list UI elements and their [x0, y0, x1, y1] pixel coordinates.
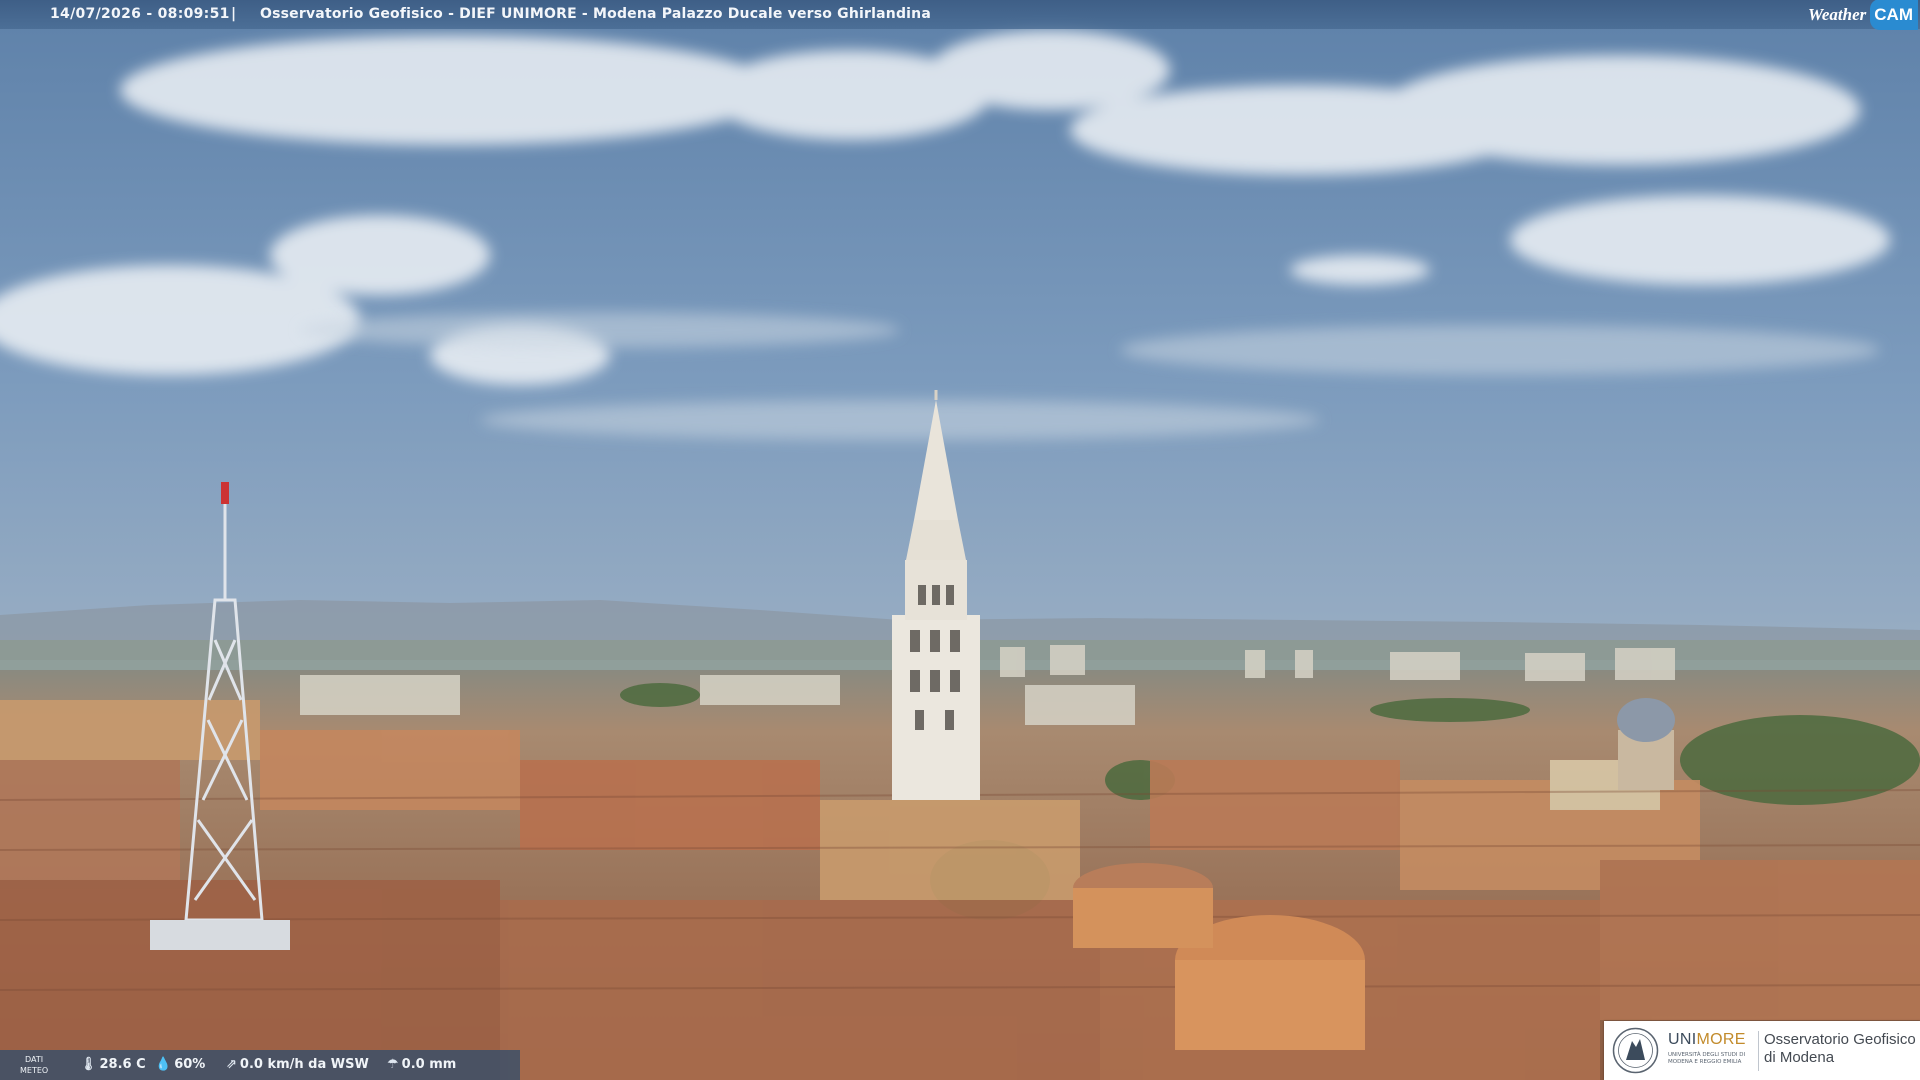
- weather-data-bar: DATI METEO 🌡 28.6 C 💧 60% ⇗ 0.0 km/h da …: [0, 1050, 520, 1080]
- wind-reading: ⇗ 0.0 km/h da WSW: [226, 1050, 369, 1080]
- logo-divider: [1758, 1031, 1759, 1071]
- weathercam-logo[interactable]: Weather CAM: [1804, 0, 1918, 30]
- temperature-reading: 🌡 28.6 C: [80, 1050, 146, 1080]
- observatory-name: Osservatorio Geofisico di Modena: [1764, 1031, 1916, 1066]
- thermometer-icon: 🌡: [80, 1057, 97, 1072]
- webcam-image: [0, 0, 1920, 1080]
- camera-title: Osservatorio Geofisico - DIEF UNIMORE - …: [260, 6, 931, 22]
- humidity-reading: 💧 60%: [155, 1050, 205, 1080]
- unimore-wordmark: UNIMORE: [1668, 1031, 1746, 1048]
- unimore-logo[interactable]: UNIMORE UNIVERSITÀ DEGLI STUDI DI MODENA…: [1604, 1021, 1920, 1080]
- university-name: UNIVERSITÀ DEGLI STUDI DI MODENA E REGGI…: [1668, 1052, 1746, 1065]
- timestamp: 14/07/2026 - 08:09:51: [50, 6, 230, 22]
- weather-data-label: DATI METEO: [20, 1055, 49, 1075]
- caption-bar: 14/07/2026 - 08:09:51 | Osservatorio Geo…: [0, 0, 1920, 30]
- wind-icon: ⇗: [226, 1057, 237, 1072]
- separator: |: [231, 6, 237, 22]
- brand-cam: CAM: [1870, 0, 1918, 30]
- rain-reading: ☂ 0.0 mm: [387, 1050, 456, 1080]
- humidity-drop-icon: 💧: [155, 1057, 172, 1072]
- rain-icon: ☂: [387, 1057, 399, 1072]
- brand-weather: Weather: [1808, 5, 1867, 24]
- unimore-seal-icon: [1612, 1027, 1659, 1074]
